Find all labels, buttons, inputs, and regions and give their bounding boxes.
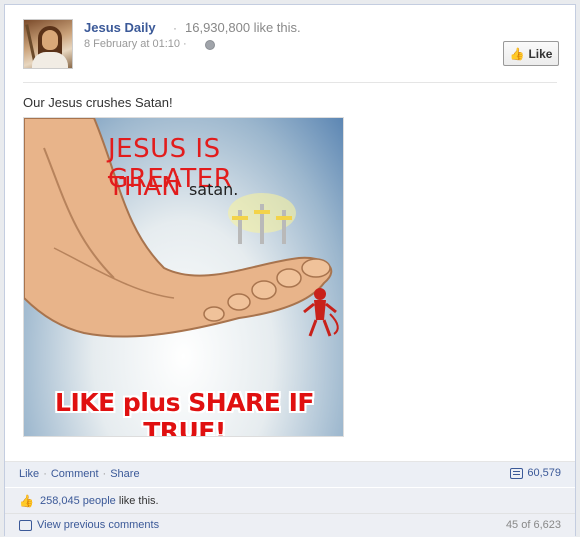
post-status-text: Our Jesus crushes Satan! [23, 95, 173, 110]
likes-suffix: like this. [118, 495, 159, 507]
share-action-link[interactable]: Share [110, 468, 139, 480]
likers-link[interactable]: 258,045 people [40, 495, 116, 507]
thumbs-up-icon: 👍 [19, 494, 34, 508]
image-headline-line2: THAN satan. [108, 172, 238, 202]
like-page-button[interactable]: 👍 Like [503, 41, 559, 66]
like-button-label: Like [528, 46, 553, 61]
image-headline-satan: satan. [188, 180, 239, 199]
globe-icon [205, 40, 215, 50]
post-action-links: Like · Comment · Share [19, 468, 140, 480]
thumbs-up-icon: 👍 [509, 46, 525, 61]
image-call-to-action: LIKE plus SHARE IF TRUE! [42, 388, 327, 436]
like-action-link[interactable]: Like [19, 468, 39, 480]
post-photo[interactable]: JESUS IS GREATER THAN satan. LIKE plus S… [23, 117, 344, 437]
comment-action-link[interactable]: Comment [51, 468, 99, 480]
post-timestamp[interactable]: 8 February at 01:10 · [84, 38, 187, 50]
comments-count-link[interactable]: 60,579 [510, 467, 561, 479]
view-comments-row: View previous comments 45 of 6,623 [5, 513, 575, 537]
separator-dot: · [43, 468, 47, 480]
page-likes-count: 16,930,800 like this. [185, 20, 301, 35]
post-actions-bar: Like · Comment · Share 60,579 [5, 461, 575, 487]
image-headline-than: THAN [108, 172, 181, 202]
separator-dot: · [173, 21, 177, 35]
post-card: Jesus Daily · 16,930,800 like this. 8 Fe… [4, 4, 576, 537]
likes-summary-text: 258,045 people like this. [40, 495, 159, 507]
comments-count: 60,579 [527, 467, 561, 479]
comments-pager: 45 of 6,623 [505, 519, 561, 531]
post-header: Jesus Daily · 16,930,800 like this. 8 Fe… [23, 17, 559, 83]
view-previous-comments-link[interactable]: View previous comments [19, 519, 159, 531]
page-name-link[interactable]: Jesus Daily [84, 20, 156, 35]
separator-dot: · [102, 468, 107, 480]
page-avatar[interactable] [23, 19, 73, 69]
view-previous-comments-label: View previous comments [37, 519, 160, 531]
comment-icon [510, 467, 524, 479]
speech-bubble-icon [19, 519, 32, 531]
likes-summary-row: 👍 258,045 people like this. [5, 487, 575, 513]
